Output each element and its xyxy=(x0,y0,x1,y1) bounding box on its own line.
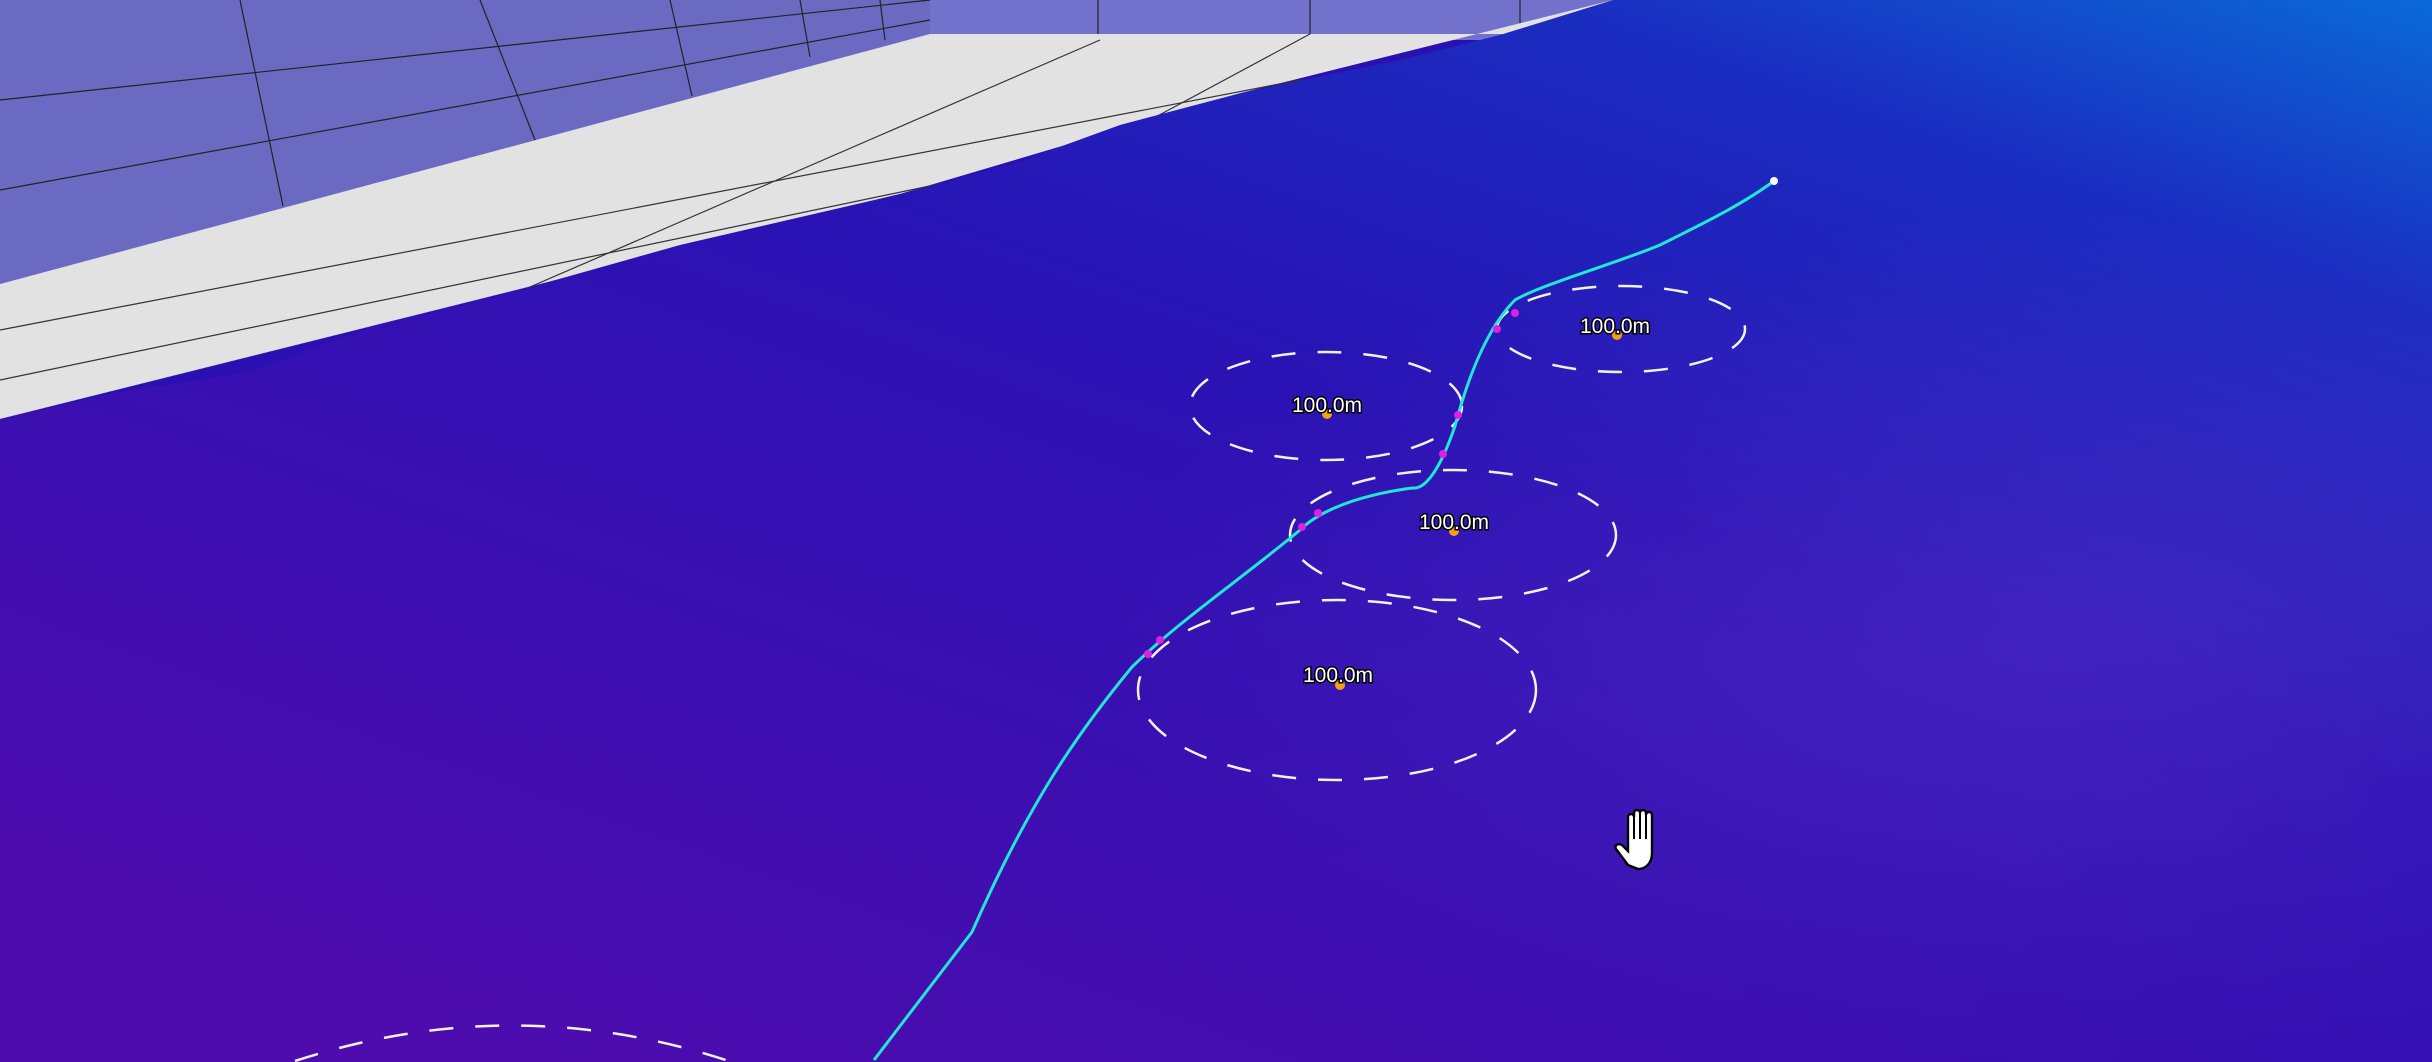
zone-label-1: 100.0m xyxy=(1580,315,1650,338)
terrain-shading xyxy=(0,0,2432,1062)
hand-grab-icon xyxy=(1614,808,1654,871)
zone-label-3: 100.0m xyxy=(1419,511,1489,534)
track-endpoint[interactable] xyxy=(1770,177,1778,185)
terrain-scene[interactable]: 100.0m 100.0m 100.0m 100.0m xyxy=(0,0,2432,1062)
zone-label-4: 100.0m xyxy=(1303,664,1373,687)
zone-label-2: 100.0m xyxy=(1292,394,1362,417)
3d-viewport[interactable]: 100.0m 100.0m 100.0m 100.0m xyxy=(0,0,2432,1062)
